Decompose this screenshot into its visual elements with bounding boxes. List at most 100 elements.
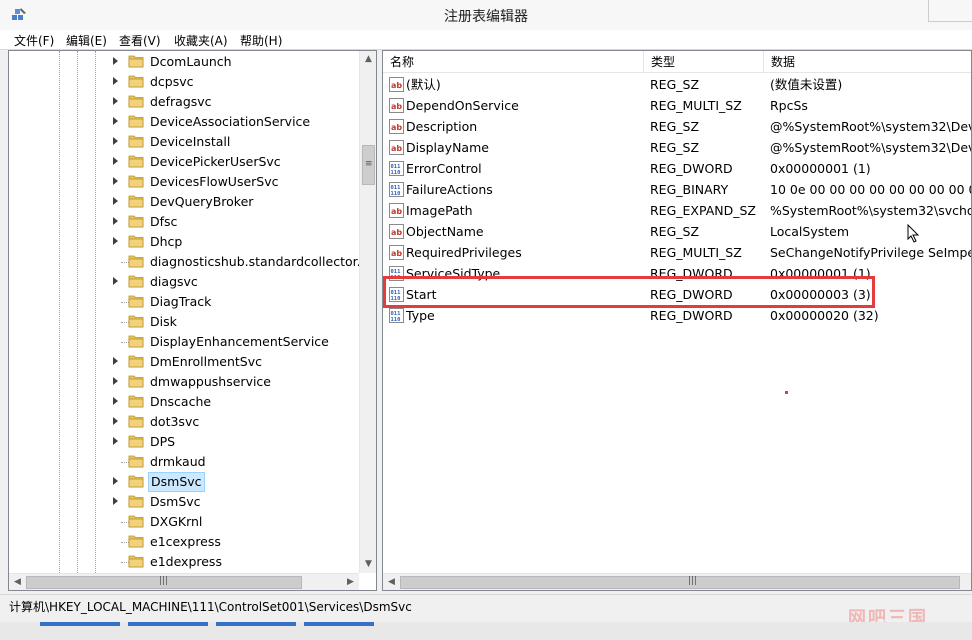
tree-node-label[interactable]: Dfsc xyxy=(148,213,179,231)
tree-node-label[interactable]: dmwappushservice xyxy=(148,373,273,391)
tree-node[interactable]: dot3svc xyxy=(9,412,361,432)
tree-node-label[interactable]: diagsvc xyxy=(148,273,200,291)
tree-node[interactable]: DevQueryBroker xyxy=(9,192,361,212)
tree-node-label[interactable]: defragsvc xyxy=(148,93,214,111)
value-row[interactable]: ab DisplayName REG_SZ @%SystemRoot%\system3… xyxy=(383,137,971,158)
expand-arrow-icon[interactable] xyxy=(113,57,118,65)
tree-node[interactable]: e1dexpress xyxy=(9,552,361,572)
tree-node-label[interactable]: Disk xyxy=(148,313,179,331)
tree-node-label[interactable]: DXGKrnl xyxy=(148,513,204,531)
tree-node[interactable]: diagsvc xyxy=(9,272,361,292)
tree-node[interactable]: Dhcp xyxy=(9,232,361,252)
tree-node[interactable]: DevicePickerUserSvc xyxy=(9,152,361,172)
tree-node-label[interactable]: dcpsvc xyxy=(148,73,196,91)
value-row[interactable]: ab (默认) REG_SZ (数值未设置) xyxy=(383,74,971,95)
tree-node[interactable]: DXGKrnl xyxy=(9,512,361,532)
tree-node[interactable]: DmEnrollmentSvc xyxy=(9,352,361,372)
taskbar-item[interactable] xyxy=(304,622,374,626)
value-row[interactable]: ab ImagePath REG_EXPAND_SZ %SystemRoot%\sys… xyxy=(383,200,971,221)
expand-arrow-icon[interactable] xyxy=(113,357,118,365)
expand-arrow-icon[interactable] xyxy=(113,77,118,85)
tree-node-label[interactable]: DPS xyxy=(148,433,177,451)
tree-node[interactable]: Dfsc xyxy=(9,212,361,232)
key-tree-pane[interactable]: DcomLaunch dcpsvc defragsvc DeviceAssociati… xyxy=(8,50,377,591)
tree-node-label[interactable]: drmkaud xyxy=(148,453,208,471)
tree-node-label[interactable]: DeviceAssociationService xyxy=(148,113,312,131)
tree-node[interactable]: defragsvc xyxy=(9,92,361,112)
value-row[interactable]: ab ObjectName REG_SZ LocalSystem xyxy=(383,221,971,242)
tree-node[interactable]: e1cexpress xyxy=(9,532,361,552)
tree-node-label[interactable]: DevicePickerUserSvc xyxy=(148,153,283,171)
value-row[interactable]: 011 110 Type REG_DWORD 0x00000020 (32) xyxy=(383,305,971,326)
value-row[interactable]: 011 110 ErrorControl REG_DWORD 0x00000001 (1… xyxy=(383,158,971,179)
menu-file[interactable]: 文件(F) xyxy=(14,32,54,49)
expand-arrow-icon[interactable] xyxy=(113,237,118,245)
value-list-pane[interactable]: 名称 类型 数据 ab (默认) REG_SZ (数值未设置) ab DependOnSe… xyxy=(382,50,972,591)
taskbar-item[interactable] xyxy=(216,622,296,626)
tree-vertical-scrollbar[interactable]: ▲ ≡ ▼ xyxy=(359,51,376,573)
tree-node[interactable]: dcpsvc xyxy=(9,72,361,92)
expand-arrow-icon[interactable] xyxy=(113,197,118,205)
tree-node[interactable]: DPS xyxy=(9,432,361,452)
tree-node-label[interactable]: DcomLaunch xyxy=(148,53,234,71)
tree-node[interactable]: DsmSvc xyxy=(9,492,361,512)
expand-arrow-icon[interactable] xyxy=(113,137,118,145)
expand-arrow-icon[interactable] xyxy=(113,477,118,485)
expand-arrow-icon[interactable] xyxy=(113,157,118,165)
expand-arrow-icon[interactable] xyxy=(113,277,118,285)
tree-node[interactable]: DevicesFlowUserSvc xyxy=(9,172,361,192)
scroll-down-arrow-icon[interactable]: ▼ xyxy=(360,556,376,573)
tree-node[interactable]: Dnscache xyxy=(9,392,361,412)
expand-arrow-icon[interactable] xyxy=(113,377,118,385)
tree-node-label[interactable]: Dhcp xyxy=(148,233,184,251)
taskbar-item[interactable] xyxy=(128,622,208,626)
tree-node[interactable]: DisplayEnhancementService xyxy=(9,332,361,352)
tree-horizontal-scrollbar[interactable]: ◀ ||| ▶ xyxy=(9,573,359,590)
values-hscroll-thumb[interactable] xyxy=(400,576,960,589)
expand-arrow-icon[interactable] xyxy=(113,397,118,405)
menu-help[interactable]: 帮助(H) xyxy=(240,32,282,49)
tree-node-label[interactable]: diagnosticshub.standardcollector.ser xyxy=(148,253,376,271)
expand-arrow-icon[interactable] xyxy=(113,437,118,445)
menu-edit[interactable]: 编辑(E) xyxy=(66,32,107,49)
tree-node-label[interactable]: DeviceInstall xyxy=(148,133,232,151)
tree-node[interactable]: DcomLaunch xyxy=(9,52,361,72)
expand-arrow-icon[interactable] xyxy=(113,417,118,425)
tree-node[interactable]: drmkaud xyxy=(9,452,361,472)
tree-node-label[interactable]: DevQueryBroker xyxy=(148,193,255,211)
taskbar-item[interactable] xyxy=(40,622,120,626)
tree-node-label[interactable]: Dnscache xyxy=(148,393,213,411)
minimize-button[interactable] xyxy=(928,0,972,22)
scroll-left-arrow-icon[interactable]: ◀ xyxy=(9,574,26,590)
expand-arrow-icon[interactable] xyxy=(113,97,118,105)
tree-node-label[interactable]: e1dexpress xyxy=(148,553,224,571)
tree-node[interactable]: diagnosticshub.standardcollector.ser xyxy=(9,252,376,272)
expand-arrow-icon[interactable] xyxy=(113,497,118,505)
tree-node[interactable]: DeviceInstall xyxy=(9,132,361,152)
value-row[interactable]: ab Description REG_SZ @%SystemRoot%\system3… xyxy=(383,116,971,137)
tree-node-label[interactable]: DisplayEnhancementService xyxy=(148,333,331,351)
value-row[interactable]: ab RequiredPrivileges REG_MULTI_SZ SeChange… xyxy=(383,242,971,263)
column-header-data[interactable]: 数据 xyxy=(764,51,971,73)
menu-favorites[interactable]: 收藏夹(A) xyxy=(174,32,228,49)
tree-node-label[interactable]: e1cexpress xyxy=(148,533,223,551)
tree-node-label-selected[interactable]: DsmSvc xyxy=(148,472,205,492)
tree-node[interactable]: DiagTrack xyxy=(9,292,361,312)
tree-node-label[interactable]: dot3svc xyxy=(148,413,201,431)
tree-node[interactable]: DsmSvc xyxy=(9,472,361,492)
scroll-right-arrow-icon[interactable]: ▶ xyxy=(342,574,359,590)
tree-node-label[interactable]: DsmSvc xyxy=(148,493,203,511)
tree-node[interactable]: Disk xyxy=(9,312,361,332)
scroll-left-arrow-icon[interactable]: ◀ xyxy=(383,574,400,590)
expand-arrow-icon[interactable] xyxy=(113,177,118,185)
column-header-type[interactable]: 类型 xyxy=(644,51,764,73)
tree-node-label[interactable]: DmEnrollmentSvc xyxy=(148,353,264,371)
tree-node-label[interactable]: DiagTrack xyxy=(148,293,213,311)
scroll-up-arrow-icon[interactable]: ▲ xyxy=(360,51,376,68)
menu-view[interactable]: 查看(V) xyxy=(119,32,161,49)
tree-node[interactable]: DeviceAssociationService xyxy=(9,112,361,132)
value-row[interactable]: 011 110 FailureActions REG_BINARY 10 0e 00 0… xyxy=(383,179,971,200)
value-row[interactable]: ab DependOnService REG_MULTI_SZ RpcSs xyxy=(383,95,971,116)
expand-arrow-icon[interactable] xyxy=(113,217,118,225)
tree-node[interactable]: dmwappushservice xyxy=(9,372,361,392)
